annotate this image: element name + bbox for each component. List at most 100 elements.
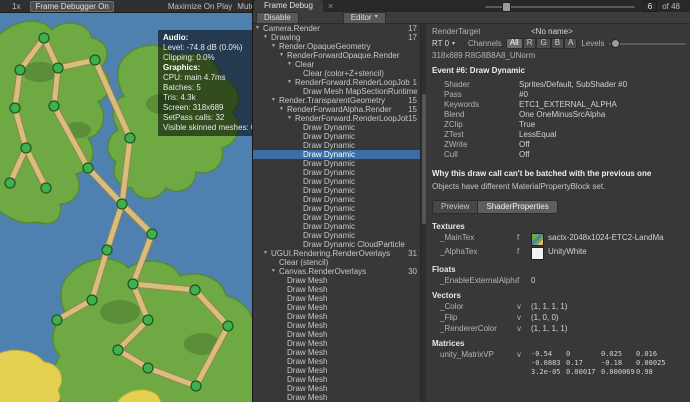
tree-row[interactable]: Draw Mesh: [253, 339, 420, 348]
slider-thumb[interactable]: [501, 2, 511, 12]
tree-row[interactable]: Draw Mesh: [253, 393, 420, 402]
tree-row[interactable]: Draw Mesh: [253, 366, 420, 375]
section-title: Textures: [432, 222, 465, 231]
tree-row-label: RenderForwardOpaque.Render: [287, 51, 400, 60]
tree-row[interactable]: Draw Mesh: [253, 321, 420, 330]
game-view[interactable]: 1x Frame Debugger On Maximize On Play Mu…: [0, 0, 252, 402]
tree-row[interactable]: Draw Dynamic: [253, 150, 420, 159]
foldout-arrow-icon[interactable]: ▼: [287, 78, 295, 87]
tree-row[interactable]: ▼ Drawing 17: [253, 33, 420, 42]
foldout-arrow-icon[interactable]: ▼: [271, 96, 279, 105]
property-row: _AlphaTex f UnityWhite: [432, 247, 686, 260]
tree-row[interactable]: Draw Dynamic: [253, 177, 420, 186]
tree-row[interactable]: ▼ Render.OpaqueGeometry: [253, 42, 420, 51]
scale-control[interactable]: 1x: [12, 2, 20, 11]
tree-row-label: Draw Dynamic: [303, 204, 356, 213]
channel-button-all[interactable]: All: [505, 37, 523, 49]
tree-row-label: Render.OpaqueGeometry: [279, 42, 371, 51]
editor-dropdown[interactable]: Editor ▾: [342, 11, 386, 24]
tree-row-count: 15: [408, 105, 417, 114]
property-value: 0: [531, 276, 536, 285]
tree-row[interactable]: Draw Dynamic CloudParticle: [253, 240, 420, 249]
tree-row[interactable]: ▼ Canvas.RenderOverlays 30: [253, 267, 420, 276]
channel-button-g[interactable]: G: [536, 37, 551, 49]
tree-row-label: RenderForward.RenderLoopJob: [295, 78, 410, 87]
tree-row[interactable]: ▼ RenderForwardAlpha.Render 15: [253, 105, 420, 114]
channel-button-r[interactable]: R: [522, 37, 537, 49]
disable-button[interactable]: Disable: [256, 11, 299, 24]
tree-row-label: Camera.Render: [263, 24, 320, 33]
tree-row[interactable]: ▼ Render.TransparentGeometry 15: [253, 96, 420, 105]
tree-row[interactable]: Draw Mesh: [253, 276, 420, 285]
tree-row[interactable]: Draw Dynamic: [253, 222, 420, 231]
tree-row[interactable]: ▼ UGUI.Rendering.RenderOverlays 31: [253, 249, 420, 258]
tree-row[interactable]: Draw Dynamic: [253, 204, 420, 213]
foldout-arrow-icon[interactable]: ▼: [279, 51, 287, 60]
event-slider[interactable]: [484, 1, 635, 12]
tree-row-label: Render.TransparentGeometry: [279, 96, 385, 105]
tab-shaderproperties[interactable]: ShaderProperties: [478, 200, 558, 214]
tree-row[interactable]: ▼ RenderForward.RenderLoopJob 1: [253, 78, 420, 87]
channel-button-a[interactable]: A: [564, 37, 578, 49]
tab-frame-debug[interactable]: Frame Debug: [254, 0, 323, 12]
tree-row-label: Draw Dynamic: [303, 222, 356, 231]
tree-row[interactable]: Draw Mesh MapSectionRuntime(Cl: [253, 87, 420, 96]
tree-row[interactable]: Draw Mesh: [253, 375, 420, 384]
texture-thumbnail-map[interactable]: [531, 233, 544, 246]
property-stage-flag: f: [517, 276, 520, 285]
foldout-arrow-icon[interactable]: ▼: [255, 24, 263, 33]
foldout-arrow-icon[interactable]: ▼: [279, 105, 287, 114]
tree-row[interactable]: Draw Mesh: [253, 303, 420, 312]
close-icon[interactable]: ×: [328, 0, 333, 12]
state-row: ZTest LessEqual: [432, 130, 686, 140]
tree-row[interactable]: Clear (color+Z+stencil): [253, 69, 420, 78]
foldout-arrow-icon[interactable]: ▼: [263, 33, 271, 42]
state-name: ZWrite: [444, 140, 468, 149]
tree-row[interactable]: ▼ RenderForward.RenderLoopJob 15: [253, 114, 420, 123]
tree-row[interactable]: ▼ Clear: [253, 60, 420, 69]
foldout-arrow-icon[interactable]: ▼: [287, 114, 295, 123]
maximize-on-play-toggle[interactable]: Maximize On Play: [168, 2, 232, 11]
tree-row[interactable]: ▼ RenderForwardOpaque.Render: [253, 51, 420, 60]
tree-row[interactable]: Draw Mesh: [253, 348, 420, 357]
tree-row[interactable]: Draw Mesh: [253, 330, 420, 339]
levels-slider[interactable]: [608, 38, 686, 48]
tree-row[interactable]: ▼ Camera.Render 17: [253, 24, 420, 33]
tree-row[interactable]: Draw Mesh: [253, 312, 420, 321]
tree-row[interactable]: Draw Dynamic: [253, 141, 420, 150]
game-toolbar: 1x Frame Debugger On Maximize On Play Mu…: [0, 0, 252, 13]
foldout-arrow-icon[interactable]: ▼: [271, 42, 279, 51]
tree-row[interactable]: Draw Dynamic: [253, 123, 420, 132]
channel-button-b[interactable]: B: [550, 37, 565, 49]
foldout-arrow-icon[interactable]: ▼: [263, 249, 271, 258]
tree-row[interactable]: Draw Dynamic: [253, 132, 420, 141]
tree-row[interactable]: Draw Mesh: [253, 384, 420, 393]
state-value: LessEqual: [519, 130, 557, 139]
tree-row[interactable]: Draw Mesh: [253, 285, 420, 294]
foldout-arrow-icon[interactable]: ▼: [271, 267, 279, 276]
tree-row[interactable]: Draw Mesh: [253, 357, 420, 366]
slider-thumb[interactable]: [610, 39, 620, 48]
tree-row[interactable]: Draw Dynamic: [253, 159, 420, 168]
render-target-dropdown[interactable]: <No name>: [531, 27, 573, 36]
property-stage-flag: v: [517, 350, 521, 359]
tree-row[interactable]: Draw Dynamic: [253, 213, 420, 222]
foldout-arrow-icon[interactable]: ▼: [287, 60, 295, 69]
tree-row-count: 17: [408, 33, 417, 42]
mute-audio-toggle[interactable]: Mute Audio: [237, 2, 252, 11]
tree-row[interactable]: Draw Dynamic: [253, 186, 420, 195]
event-number-field[interactable]: 6: [642, 0, 658, 12]
tab-label: Frame Debug: [264, 1, 313, 10]
tree-row[interactable]: Draw Mesh: [253, 294, 420, 303]
rt-index-dropdown[interactable]: RT 0 ▾: [432, 39, 464, 48]
tree-row[interactable]: Clear (stencil): [253, 258, 420, 267]
tree-row[interactable]: Draw Dynamic: [253, 168, 420, 177]
property-name: _EnableExternalAlpha: [440, 276, 517, 285]
texture-thumbnail-white[interactable]: [531, 247, 544, 260]
tree-row-label: Draw Dynamic: [303, 186, 356, 195]
tree-row[interactable]: Draw Dynamic: [253, 231, 420, 240]
property-row: _RendererColor v (1, 1, 1, 1): [432, 324, 686, 334]
tab-preview[interactable]: Preview: [432, 200, 479, 214]
tree-row-label: Draw Dynamic: [303, 231, 356, 240]
tree-row[interactable]: Draw Dynamic: [253, 195, 420, 204]
